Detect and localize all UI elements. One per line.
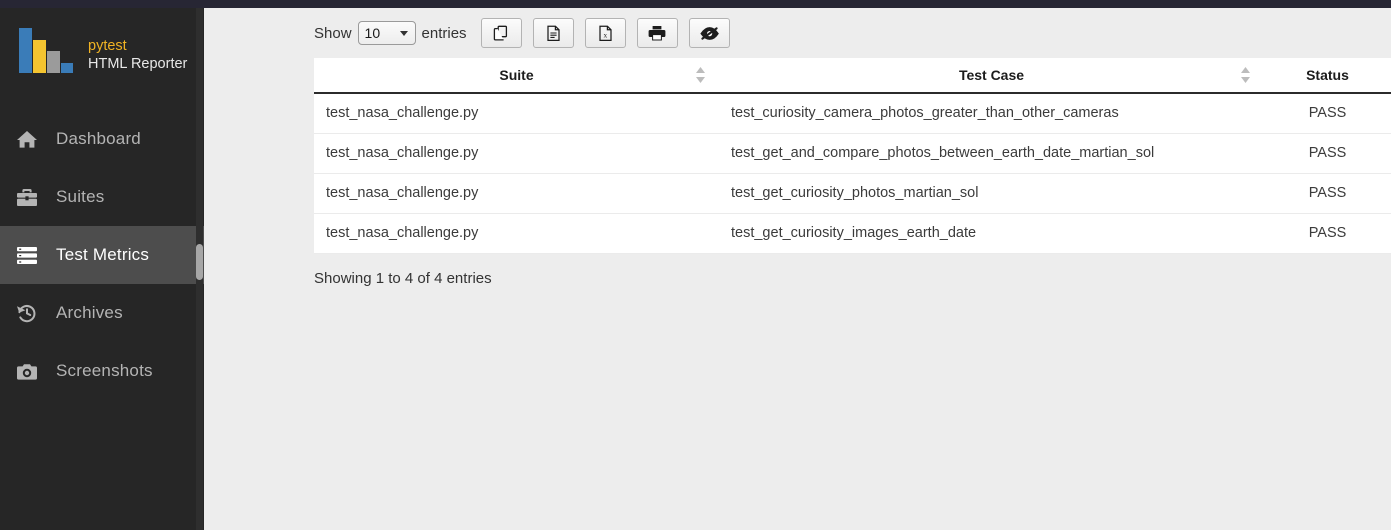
test-metrics-table: Suite Test Case Status test_nasa_challen… — [314, 58, 1391, 254]
cell-status: PASS — [1264, 133, 1391, 174]
sidebar-nav: Dashboard Suites Test Metrics Archives S… — [0, 110, 204, 400]
table-row[interactable]: test_nasa_challenge.py test_get_and_comp… — [314, 133, 1391, 174]
sidebar-item-label: Test Metrics — [56, 245, 150, 264]
brand-text: pytest HTML Reporter — [88, 35, 187, 73]
copy-button[interactable] — [480, 18, 522, 48]
cell-test-case: test_get_curiosity_photos_martian_sol — [719, 173, 1264, 214]
entries-per-page-value: 10 — [364, 25, 381, 41]
logo-bar-2 — [33, 40, 46, 73]
print-button[interactable] — [636, 18, 678, 48]
column-header-label: Status — [1306, 67, 1349, 83]
history-icon — [16, 302, 42, 324]
logo-bar-1 — [19, 28, 32, 73]
cell-status: PASS — [1264, 173, 1391, 214]
export-button-group: x — [480, 18, 741, 48]
table-row[interactable]: test_nasa_challenge.py test_curiosity_ca… — [314, 93, 1391, 134]
cell-suite: test_nasa_challenge.py — [314, 173, 719, 214]
brand-title-secondary: HTML Reporter — [88, 56, 188, 72]
length-control: Show 10 entries — [314, 21, 467, 45]
sidebar-item-suites[interactable]: Suites — [0, 168, 196, 226]
excel-button[interactable]: x — [584, 18, 626, 48]
sidebar: pytest HTML Reporter Dashboard Suites Te… — [0, 0, 204, 530]
brand-title-primary: pytest — [88, 37, 127, 54]
sidebar-item-test-metrics[interactable]: Test Metrics — [0, 226, 204, 284]
cell-suite: test_nasa_challenge.py — [314, 133, 719, 174]
table-header-row: Suite Test Case Status — [314, 58, 1391, 94]
pytest-logo-icon — [16, 28, 76, 80]
sidebar-scrollbar-thumb[interactable] — [196, 244, 203, 280]
sidebar-item-label: Suites — [56, 187, 105, 206]
server-icon — [16, 244, 42, 266]
main-content: Show 10 entries x Suite Test Case Status… — [204, 8, 1391, 530]
length-label-post: entries — [421, 24, 467, 42]
sidebar-item-label: Screenshots — [56, 361, 153, 380]
column-header-label: Test Case — [958, 67, 1025, 83]
cell-test-case: test_get_and_compare_photos_between_eart… — [719, 133, 1264, 174]
briefcase-icon — [16, 186, 42, 208]
cell-suite: test_nasa_challenge.py — [314, 93, 719, 134]
table-row[interactable]: test_nasa_challenge.py test_get_curiosit… — [314, 173, 1391, 214]
column-header-status[interactable]: Status — [1264, 58, 1391, 94]
sidebar-item-label: Archives — [56, 303, 123, 322]
camera-icon — [16, 360, 42, 382]
table-info: Showing 1 to 4 of 4 entries — [314, 270, 492, 287]
cell-status: PASS — [1264, 213, 1391, 254]
column-visibility-button[interactable] — [688, 18, 730, 48]
entries-per-page-select[interactable]: 10 — [357, 21, 416, 45]
cell-suite: test_nasa_challenge.py — [314, 213, 719, 254]
logo-bar-3 — [47, 51, 60, 73]
table-body: test_nasa_challenge.py test_curiosity_ca… — [314, 93, 1391, 254]
cell-status: PASS — [1264, 93, 1391, 134]
sidebar-scrollbar[interactable] — [196, 8, 203, 530]
column-header-label: Suite — [499, 67, 534, 83]
column-header-test-case[interactable]: Test Case — [719, 58, 1264, 94]
sidebar-item-label: Dashboard — [56, 129, 141, 148]
sort-arrows-icon — [1241, 67, 1250, 83]
table-row[interactable]: test_nasa_challenge.py test_get_curiosit… — [314, 213, 1391, 254]
chevron-down-icon — [399, 31, 408, 36]
brand[interactable]: pytest HTML Reporter — [0, 8, 196, 100]
table-head: Suite Test Case Status — [314, 58, 1391, 94]
length-label-pre: Show — [314, 24, 352, 42]
sidebar-item-screenshots[interactable]: Screenshots — [0, 342, 196, 400]
sort-arrows-icon — [696, 67, 705, 83]
logo-bar-4 — [61, 63, 73, 73]
svg-text:x: x — [603, 30, 607, 39]
test-metrics-table-wrap: Suite Test Case Status test_nasa_challen… — [314, 58, 1391, 254]
home-icon — [16, 128, 42, 150]
csv-button[interactable] — [532, 18, 574, 48]
top-strip — [0, 0, 1391, 8]
sidebar-item-dashboard[interactable]: Dashboard — [0, 110, 196, 168]
cell-test-case: test_get_curiosity_images_earth_date — [719, 213, 1264, 254]
cell-test-case: test_curiosity_camera_photos_greater_tha… — [719, 93, 1264, 134]
datatable-toolbar: Show 10 entries x — [314, 16, 741, 50]
app-root: pytest HTML Reporter Dashboard Suites Te… — [0, 0, 1391, 530]
sidebar-item-archives[interactable]: Archives — [0, 284, 196, 342]
column-header-suite[interactable]: Suite — [314, 58, 719, 94]
